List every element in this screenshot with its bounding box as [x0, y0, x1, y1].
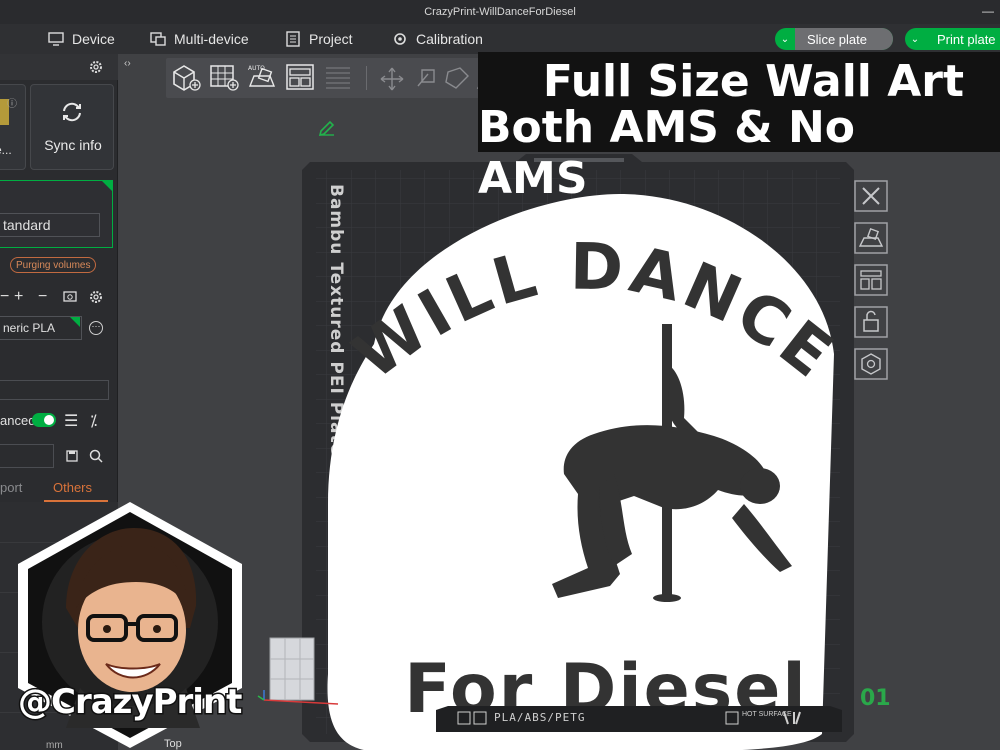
hexagon-settings-icon [854, 348, 888, 380]
advanced-label: anced [0, 413, 36, 428]
slice-plate-button[interactable]: Slice plate [795, 28, 893, 50]
purging-volumes-button[interactable]: Purging volumes [10, 257, 97, 273]
slice-plate-split-button[interactable]: ⌄ Slice plate [775, 28, 893, 50]
pole-base [653, 594, 681, 602]
tab-support[interactable]: port [0, 480, 22, 495]
auto-orient-plate-button[interactable] [854, 222, 888, 254]
settings-tabs: port Others [0, 476, 118, 502]
sync-info-label: Sync info [44, 137, 102, 153]
add-object-button[interactable] [170, 62, 202, 92]
add-filament-icon[interactable]: + [14, 289, 23, 305]
tab-calibration[interactable]: Calibration [392, 24, 483, 54]
multi-device-icon [150, 32, 166, 46]
title-bar: CrazyPrint-WillDanceForDiesel — [0, 0, 1000, 24]
tab-device-label: Device [72, 31, 115, 47]
arrange-plate-button[interactable] [854, 264, 888, 296]
advanced-row: anced ☰ ⁒ [0, 410, 118, 436]
edit-pencil-icon[interactable] [318, 118, 336, 136]
project-icon [286, 31, 300, 47]
collapse-sidebar-icon[interactable]: ‹› [124, 58, 131, 69]
arrange-icon [854, 264, 888, 296]
printer-card-label: re... [0, 143, 12, 157]
cube-plus-icon [173, 65, 201, 91]
sync-icon [63, 102, 81, 122]
title-banner: Full Size Wall Art Both AMS & No AMS [478, 52, 1000, 204]
save-icon[interactable] [64, 448, 80, 468]
info-icon[interactable]: ⓘ [7, 95, 17, 110]
printer-header [0, 54, 118, 80]
purge-row: Purging volumes [0, 257, 118, 277]
slice-dropdown-chevron-icon[interactable]: ⌄ [775, 28, 795, 50]
headline-line-2: Both AMS & No AMS [478, 102, 856, 204]
wall-art-model[interactable]: WILL DANCE For Diesel [314, 174, 834, 750]
process-preset-row [0, 380, 118, 402]
search-icon[interactable] [88, 448, 104, 468]
tab-project[interactable]: Project [285, 24, 353, 54]
remove-filament-icon[interactable]: − [38, 289, 47, 305]
plate-filament-label: PLA/ABS/PETG [494, 711, 586, 724]
unlock-icon [854, 306, 888, 338]
filament-settings-gear-icon[interactable] [88, 289, 104, 309]
list-icon[interactable]: ☰ [64, 414, 78, 430]
minus-icon[interactable]: − [0, 289, 9, 305]
filament-row: neric PLA ··· [0, 316, 118, 342]
canvas-toolbar: AUTO [166, 58, 516, 98]
search-row [0, 444, 118, 470]
menu-bar: Device Multi-device Project Calibration … [0, 24, 1000, 70]
settings-search-input[interactable] [0, 444, 54, 468]
calibration-icon [394, 33, 406, 45]
advanced-toggle[interactable] [32, 413, 56, 427]
grid-plus-icon [210, 65, 239, 91]
tab-calibration-label: Calibration [416, 31, 483, 47]
hot-surface-label: HOT SURFACE [742, 711, 792, 718]
split-layers-button[interactable] [322, 62, 354, 92]
window-title: CrazyPrint-WillDanceForDiesel [424, 6, 576, 18]
tab-multi-device[interactable]: Multi-device [150, 24, 249, 54]
plate-type-select[interactable]: tandard [0, 213, 100, 237]
channel-handle: @CrazyPrint [16, 681, 243, 724]
gear-icon[interactable] [88, 59, 104, 75]
auto-orient-button[interactable]: AUTO [246, 62, 278, 92]
more-options-icon[interactable]: ··· [89, 321, 103, 335]
minimize-icon[interactable]: — [982, 4, 994, 18]
add-plate-button[interactable] [208, 62, 240, 92]
view-label: Top [164, 738, 182, 750]
lock-plate-button[interactable] [854, 306, 888, 338]
auto-orient-icon [854, 222, 888, 254]
filament-sync-icon[interactable] [62, 289, 78, 309]
tab-multi-device-label: Multi-device [174, 31, 249, 47]
print-plate-split-button[interactable]: ⌄ Print plate [905, 28, 1000, 50]
filament-corner-marker [70, 317, 80, 327]
printer-cards: ⓘ re... Sync info [0, 84, 118, 174]
arrange-button[interactable] [284, 62, 316, 92]
selected-corner-marker [101, 180, 113, 192]
plate-number: 01 [860, 686, 891, 711]
toolbar-divider [366, 66, 367, 90]
tab-project-label: Project [309, 31, 353, 47]
tab-others[interactable]: Others [53, 480, 92, 495]
process-preset-select[interactable] [0, 380, 109, 400]
filament-toolbar: − + − [0, 285, 118, 311]
arrange-icon [286, 64, 314, 90]
headline-line-1: Full Size Wall Art [542, 56, 964, 107]
print-dropdown-chevron-icon[interactable]: ⌄ [905, 28, 925, 50]
plate-settings-button[interactable] [854, 348, 888, 380]
monitor-icon [48, 32, 64, 46]
auto-orient-icon: AUTO [248, 65, 276, 87]
print-plate-button[interactable]: Print plate [925, 28, 1000, 50]
tab-device[interactable]: Device [48, 24, 115, 54]
orientation-cube[interactable] [254, 632, 344, 712]
printer-card[interactable]: ⓘ re... [0, 84, 26, 170]
compare-icon[interactable]: ⁒ [90, 414, 97, 430]
plate-type-panel: tandard [0, 180, 113, 248]
layers-icon [326, 67, 350, 89]
sync-info-button[interactable]: Sync info [30, 84, 114, 170]
